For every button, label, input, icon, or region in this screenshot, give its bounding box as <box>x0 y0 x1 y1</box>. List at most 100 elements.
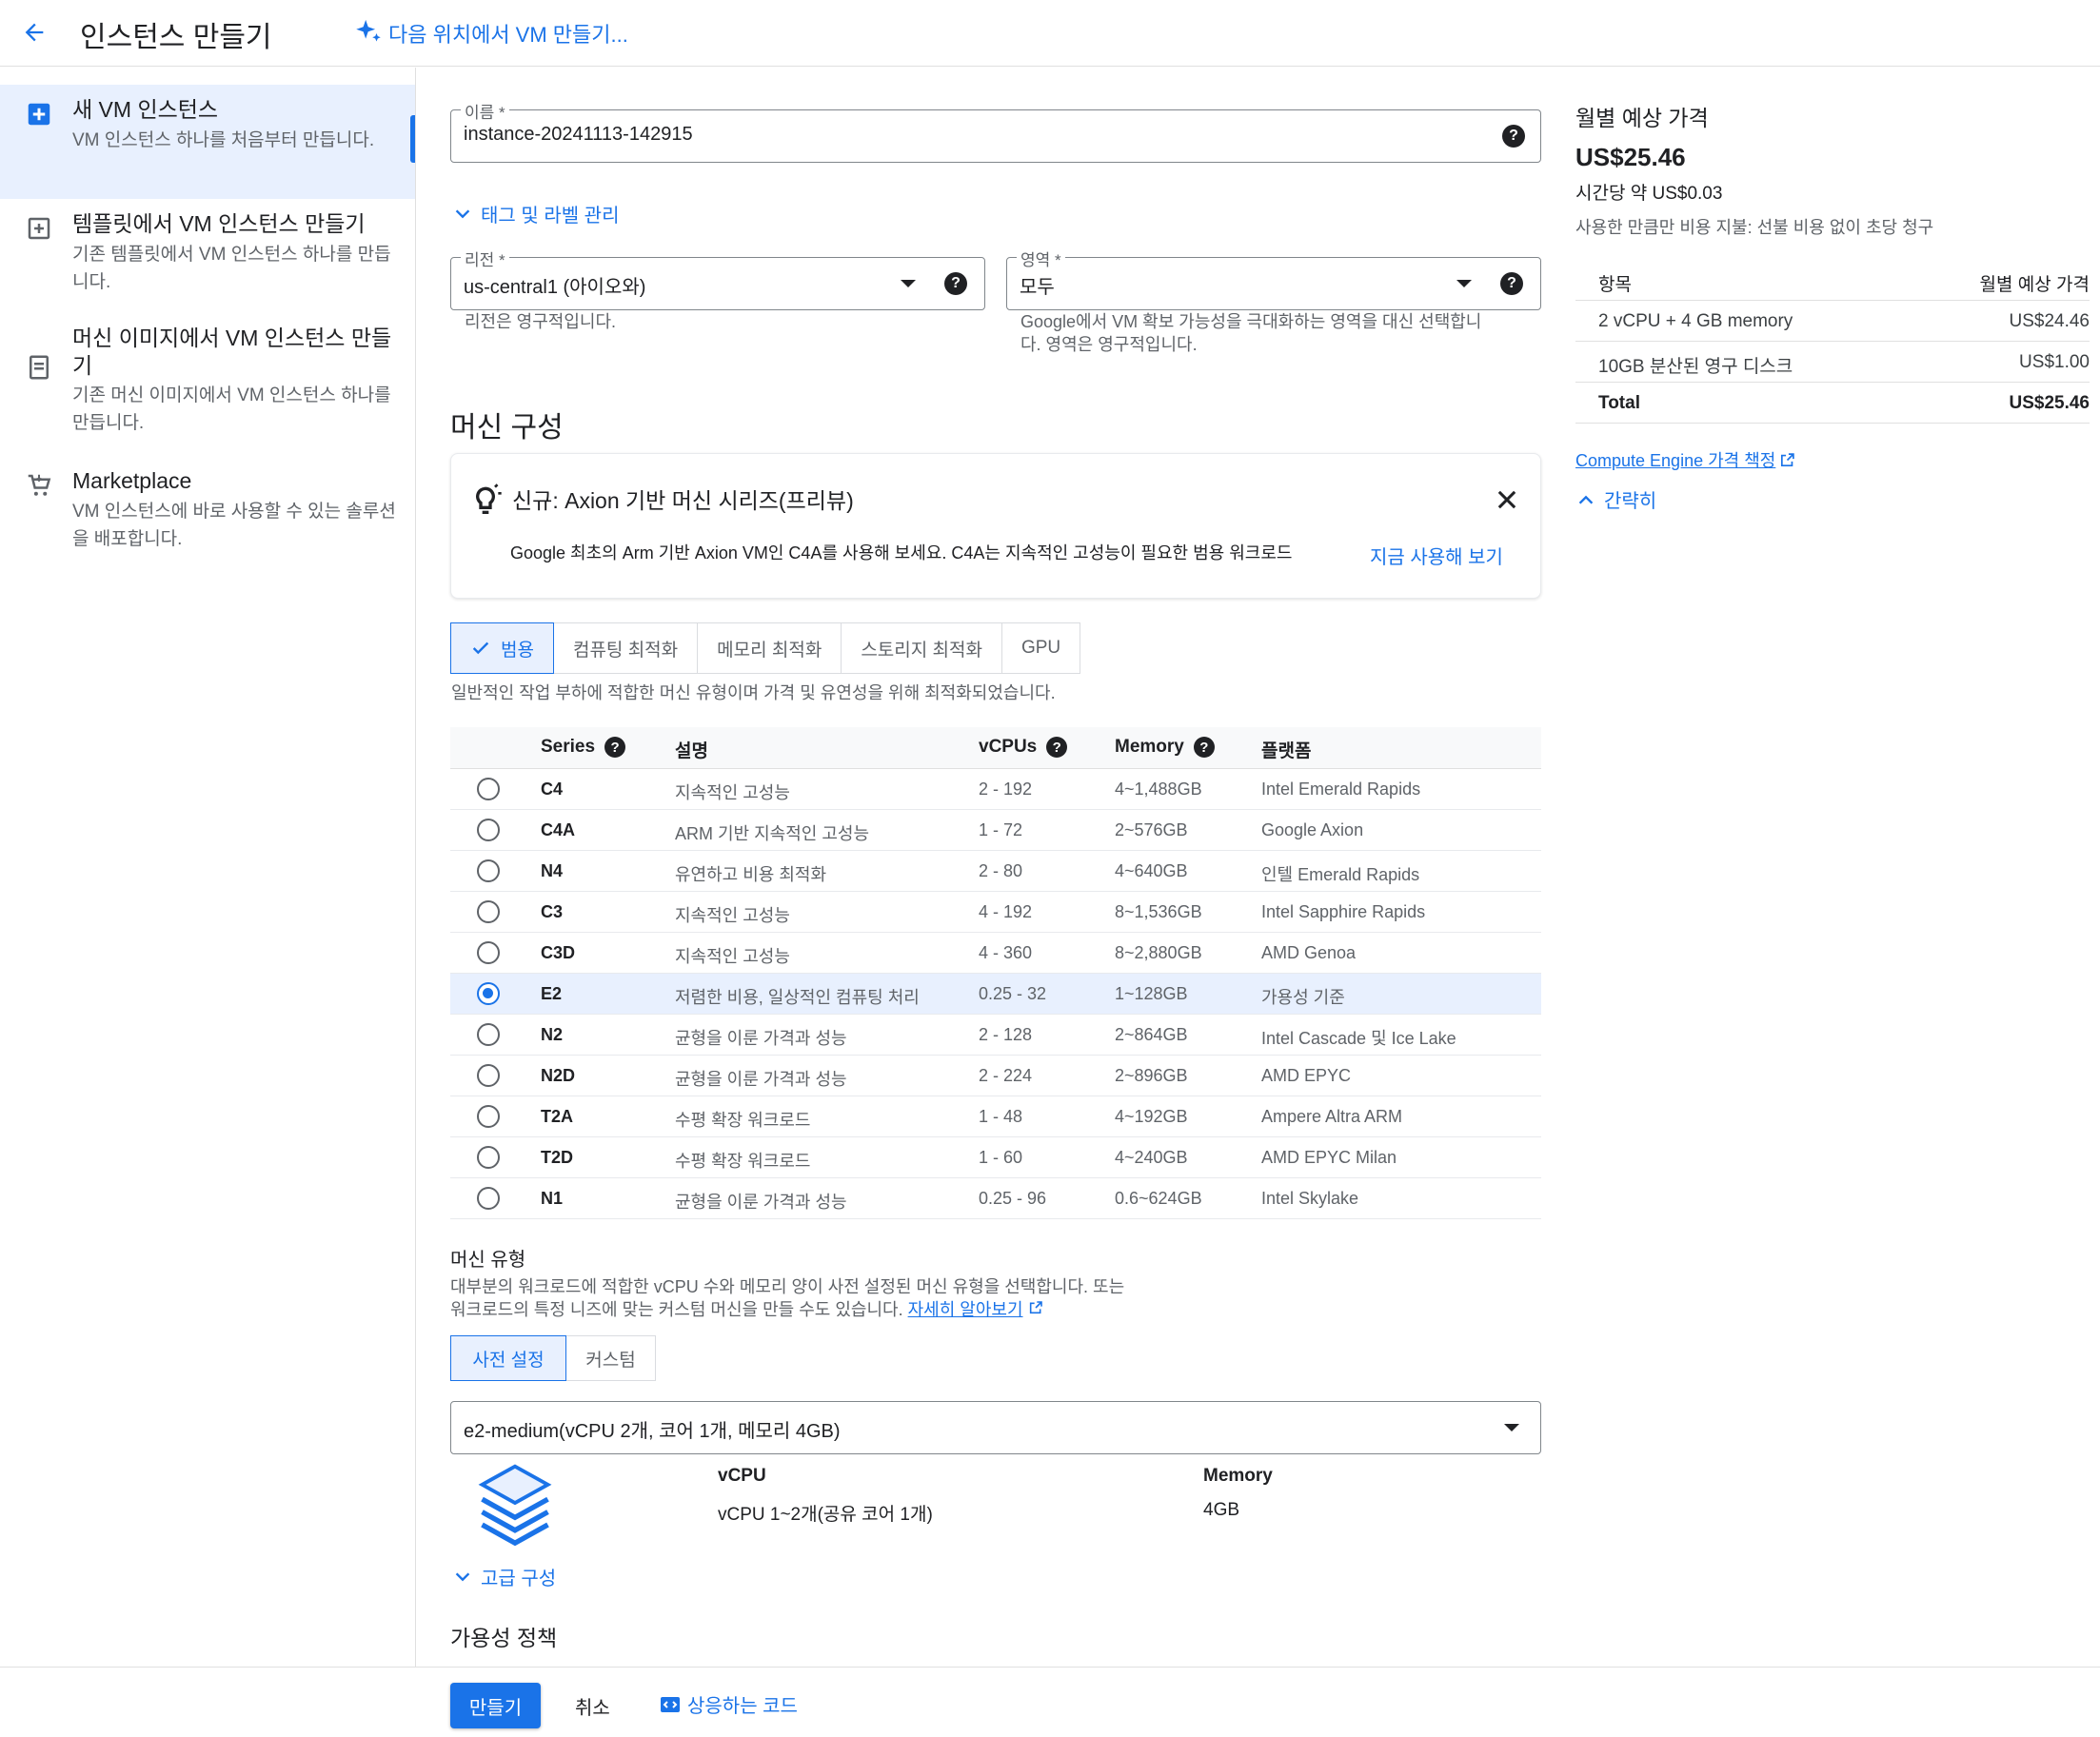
tab-compute-optimized[interactable]: 컴퓨팅 최적화 <box>552 622 699 674</box>
help-icon[interactable]: ? <box>1193 737 1215 758</box>
series-radio[interactable] <box>477 941 500 964</box>
table-row[interactable]: N2 균형을 이룬 가격과 성능 2 - 128 2~864GB Intel Casca… <box>450 1015 1541 1056</box>
learn-more-link[interactable]: 자세히 알아보기 <box>908 1300 1023 1319</box>
col-memory: Memory ? <box>1115 737 1215 758</box>
col-vcpus-label: vCPUs <box>979 737 1038 757</box>
zone-label: 영역 * <box>1017 247 1065 270</box>
tab-label: 범용 <box>501 640 534 661</box>
nav-new-vm[interactable]: 새 VM 인스턴스 VM 인스턴스 하나를 처음부터 만듭니다. <box>0 85 415 199</box>
series-radio[interactable] <box>477 1064 500 1087</box>
platform-cell: Intel Cascade 및 Ice Lake <box>1261 1029 1456 1048</box>
vcpus-cell: 4 - 192 <box>979 902 1033 921</box>
footer-bar: 만들기 취소 상응하는 코드 <box>0 1667 2100 1737</box>
price-row-total: Total US$25.46 <box>1575 383 2090 424</box>
help-icon[interactable]: ? <box>1502 125 1525 148</box>
collapse-link[interactable]: 간략히 <box>1575 485 1656 513</box>
advanced-config-label: 고급 구성 <box>481 1569 557 1589</box>
help-icon[interactable]: ? <box>944 272 967 295</box>
table-header: Series ? 설명 vCPUs ? Memory ? 플랫폼 <box>450 727 1541 769</box>
hourly-price: 시간당 약 US$0.03 <box>1575 184 1723 204</box>
series-radio[interactable] <box>477 859 500 882</box>
series-radio[interactable] <box>477 1105 500 1128</box>
table-row[interactable]: C4A ARM 기반 지속적인 고성능 1 - 72 2~576GB Google Ax… <box>450 810 1541 851</box>
tags-labels-link[interactable]: 태그 및 라벨 관리 <box>452 200 619 227</box>
name-input[interactable]: instance-20241113-142915 <box>464 124 693 146</box>
back-button[interactable] <box>13 13 55 51</box>
collapse-label: 간략히 <box>1604 491 1657 512</box>
machine-type-desc-2-wrap: 워크로드의 특정 니즈에 맞는 커스텀 머신을 만들 수도 있습니다. 자세히 … <box>450 1298 1043 1321</box>
series-radio[interactable] <box>477 900 500 923</box>
tab-custom[interactable]: 커스텀 <box>565 1335 656 1381</box>
open-external-icon <box>1781 452 1795 466</box>
pricing-link[interactable]: Compute Engine 가격 책정 <box>1575 447 1795 472</box>
vcpus-cell: 2 - 80 <box>979 861 1023 880</box>
help-icon[interactable]: ? <box>604 737 626 758</box>
tab-gpu[interactable]: GPU <box>1000 622 1081 674</box>
nav-from-template[interactable]: 템플릿에서 VM 인스턴스 만들기 기존 템플릿에서 VM 인스턴스 하나를 만… <box>0 199 415 313</box>
series-radio[interactable] <box>477 819 500 841</box>
name-field[interactable]: 이름 * instance-20241113-142915 ? <box>450 99 1541 163</box>
platform-cell: Google Axion <box>1261 820 1364 839</box>
table-row[interactable]: T2A 수평 확장 워크로드 1 - 48 4~192GB Ampere Altra A… <box>450 1096 1541 1137</box>
platform-cell: Intel Emerald Rapids <box>1261 780 1421 799</box>
series-radio[interactable] <box>477 982 500 1005</box>
series-radio[interactable] <box>477 1023 500 1046</box>
banner-try-link[interactable]: 지금 사용해 보기 <box>1370 542 1503 569</box>
left-nav: 새 VM 인스턴스 VM 인스턴스 하나를 처음부터 만듭니다. 템플릿에서 V… <box>0 68 416 1667</box>
table-row[interactable]: C3 지속적인 고성능 4 - 192 8~1,536GB Intel Sapphire… <box>450 892 1541 933</box>
machine-image-icon <box>30 355 49 380</box>
table-row[interactable]: T2D 수평 확장 워크로드 1 - 60 4~240GB AMD EPYC Milan <box>450 1137 1541 1178</box>
machine-family-tabs: 범용 컴퓨팅 최적화 메모리 최적화 스토리지 최적화 GPU <box>450 622 1081 674</box>
series-cell: C3D <box>541 943 576 962</box>
machine-config-title: 머신 구성 <box>450 412 564 444</box>
memory-cell: 4~240GB <box>1115 1148 1188 1167</box>
vcpus-cell: 2 - 128 <box>979 1025 1033 1044</box>
series-cell: N2 <box>541 1025 564 1044</box>
region-select[interactable]: 리전 * us-central1 (아이오와) ? <box>450 247 985 310</box>
equivalent-code-button[interactable]: 상응하는 코드 <box>659 1690 798 1718</box>
dropdown-arrow-icon <box>901 280 916 287</box>
desc-cell: 균형을 이룬 가격과 성능 <box>675 1193 847 1212</box>
tab-memory-optimized[interactable]: 메모리 최적화 <box>697 622 842 674</box>
table-row[interactable]: N4 유연하고 비용 최적화 2 - 80 4~640GB 인텔 Emerald Rap… <box>450 851 1541 892</box>
table-row[interactable]: C4 지속적인 고성능 2 - 192 4~1,488GB Intel Emerald … <box>450 769 1541 810</box>
nav-marketplace[interactable]: Marketplace VM 인스턴스에 바로 사용할 수 있는 솔루션을 배포… <box>0 456 415 570</box>
create-button[interactable]: 만들기 <box>450 1683 541 1728</box>
chevron-down-icon <box>455 1571 470 1581</box>
series-radio[interactable] <box>477 1187 500 1210</box>
table-row[interactable]: C3D 지속적인 고성능 4 - 360 8~2,880GB AMD Genoa <box>450 933 1541 974</box>
advanced-config-link[interactable]: 고급 구성 <box>452 1563 556 1590</box>
ai-create-link[interactable]: 다음 위치에서 VM 만들기... <box>352 17 628 49</box>
banner-text: Google 최초의 Arm 기반 Axion VM인 C4A를 사용해 보세요… <box>510 543 1293 563</box>
series-radio[interactable] <box>477 778 500 800</box>
tab-general-purpose[interactable]: 범용 <box>450 622 554 674</box>
price-item: Total <box>1598 393 1640 413</box>
price-col-price: 월별 예상 가격 <box>1979 275 2090 295</box>
nav-title: Marketplace <box>72 468 192 493</box>
tab-preset[interactable]: 사전 설정 <box>450 1335 566 1381</box>
machine-type-select[interactable]: e2-medium(vCPU 2개, 코어 1개, 메모리 4GB) <box>450 1401 1541 1454</box>
series-radio[interactable] <box>477 1146 500 1169</box>
table-row[interactable]: N1 균형을 이룬 가격과 성능 0.25 - 96 0.6~624GB Intel S… <box>450 1178 1541 1219</box>
series-cell: T2A <box>541 1107 574 1126</box>
price-value: US$24.46 <box>2009 311 2090 331</box>
price-row: 2 vCPU + 4 GB memory US$24.46 <box>1575 301 2090 342</box>
table-row[interactable]: E2 저렴한 비용, 일상적인 컴퓨팅 처리 0.25 - 32 1~128GB 가용성… <box>450 974 1541 1015</box>
nav-title: 새 VM 인스턴스 <box>72 97 219 122</box>
nav-desc: VM 인스턴스 하나를 처음부터 만듭니다. <box>72 130 375 150</box>
pricing-title: 월별 예상 가격 <box>1575 106 1709 130</box>
table-row[interactable]: N2D 균형을 이룬 가격과 성능 2 - 224 2~896GB AMD EPYC <box>450 1056 1541 1096</box>
cancel-button[interactable]: 취소 <box>575 1692 610 1720</box>
zone-hint-line1: Google에서 VM 확보 가능성을 극대화하는 영역을 대신 선택합니 <box>1020 312 1482 331</box>
sparkle-icon <box>356 19 381 42</box>
tab-storage-optimized[interactable]: 스토리지 최적화 <box>841 622 1002 674</box>
close-icon[interactable] <box>1494 486 1520 513</box>
help-icon[interactable]: ? <box>1500 272 1523 295</box>
check-icon <box>472 642 489 655</box>
price-item: 2 vCPU + 4 GB memory <box>1598 311 1793 331</box>
platform-cell: 가용성 기준 <box>1261 988 1345 1007</box>
nav-from-machine-image[interactable]: 머신 이미지에서 VM 인스턴스 만들기 기존 머신 이미지에서 VM 인스턴스… <box>0 313 415 456</box>
zone-select[interactable]: 영역 * 모두 ? <box>1006 247 1541 310</box>
help-icon[interactable]: ? <box>1046 737 1068 758</box>
vcpus-cell: 2 - 192 <box>979 780 1033 799</box>
